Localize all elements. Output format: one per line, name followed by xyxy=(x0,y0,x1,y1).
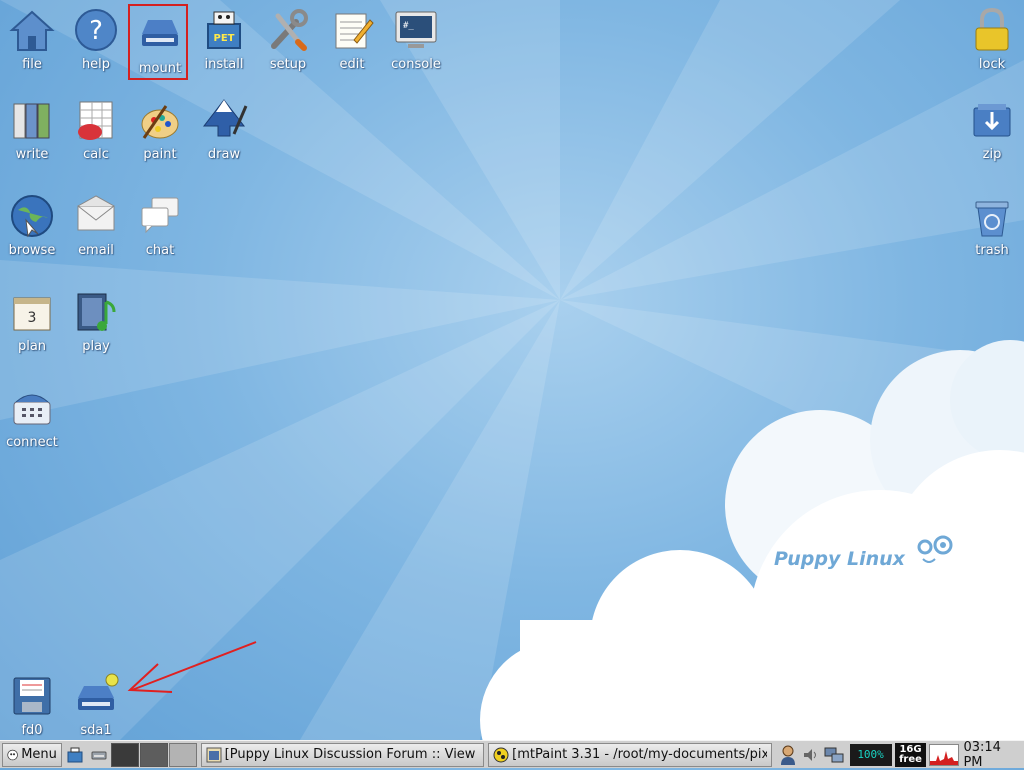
terminal-icon: #_ xyxy=(392,6,440,54)
free-space-amount: 16G xyxy=(895,745,927,755)
desktop-pager-1[interactable] xyxy=(111,743,139,767)
drive-icon xyxy=(90,746,108,764)
tray-user[interactable] xyxy=(778,744,798,766)
chat-bubbles-icon xyxy=(136,192,184,240)
desktop-icon-browse[interactable]: browse xyxy=(0,186,64,266)
desktop-icon-chat[interactable]: chat xyxy=(128,186,192,266)
quicklaunch-drives[interactable] xyxy=(88,743,110,767)
tray-network[interactable] xyxy=(824,744,844,766)
desktop-icon-file[interactable]: file xyxy=(0,0,64,80)
cpu-meter: 100% xyxy=(850,744,892,766)
desktop-icon-sda1[interactable]: sda1 xyxy=(64,666,128,740)
quicklaunch-install[interactable] xyxy=(64,743,86,767)
menu-button[interactable]: Menu xyxy=(2,743,62,767)
desktop-icon-trash[interactable]: trash xyxy=(960,186,1024,266)
annotation-arrow xyxy=(120,636,260,696)
desktop-icon-email[interactable]: email xyxy=(64,186,128,266)
notepad-icon xyxy=(328,6,376,54)
puppy-linux-brand-text: Puppy Linux xyxy=(774,548,905,570)
mounted-drive-icon xyxy=(72,672,120,720)
task-button-mtpaint[interactable]: [mtPaint 3.31 - /root/my-documents/pix xyxy=(488,743,772,767)
calendar-icon: 3 xyxy=(8,288,56,336)
trash-icon xyxy=(968,192,1016,240)
puppy-face-icon xyxy=(913,533,955,569)
desktop-icon-plan[interactable]: 3 plan xyxy=(0,282,64,362)
speaker-icon xyxy=(802,746,820,764)
svg-text:#_: #_ xyxy=(403,21,414,31)
desktop-icon-play[interactable]: play xyxy=(64,282,128,362)
pet-package-icon: PET xyxy=(200,6,248,54)
globe-icon xyxy=(8,192,56,240)
free-space-indicator: 16G free xyxy=(895,743,927,767)
user-icon xyxy=(779,745,797,765)
media-player-icon xyxy=(72,288,120,336)
desktop-icon-lock[interactable]: lock xyxy=(960,0,1024,80)
desktop-icon-paint[interactable]: paint xyxy=(128,90,192,170)
svg-text:PET: PET xyxy=(214,33,235,44)
envelope-icon xyxy=(72,192,120,240)
desktop-icon-install[interactable]: PET install xyxy=(192,0,256,80)
free-space-label: free xyxy=(895,755,927,765)
clock[interactable]: 03:14 PM xyxy=(963,740,1024,770)
palette-icon xyxy=(136,96,184,144)
spreadsheet-icon xyxy=(72,96,120,144)
desktop-icon-help[interactable]: ? help xyxy=(64,0,128,80)
desktop: Puppy Linux file ? help mount xyxy=(0,0,1024,740)
binders-icon xyxy=(8,96,56,144)
desktop-icon-console[interactable]: #_ console xyxy=(384,0,448,80)
task-button-browser[interactable]: [Puppy Linux Discussion Forum :: View t xyxy=(201,743,485,767)
telephone-icon xyxy=(8,384,56,432)
desktop-icon-write[interactable]: write xyxy=(0,90,64,170)
activity-bars xyxy=(930,745,958,765)
desktop-icon-setup[interactable]: setup xyxy=(256,0,320,80)
tools-icon xyxy=(264,6,312,54)
tray-volume[interactable] xyxy=(801,744,821,766)
taskbar: Menu [Puppy Linux Discussion Forum :: Vi… xyxy=(0,740,1024,768)
puppy-menu-icon xyxy=(7,747,18,763)
desktop-icon-fd0[interactable]: fd0 xyxy=(0,666,64,740)
desktop-icon-mount[interactable]: mount xyxy=(128,4,192,84)
home-folder-icon xyxy=(8,6,56,54)
network-icon xyxy=(824,746,844,764)
desktop-pager-3[interactable] xyxy=(169,743,197,767)
browser-window-icon xyxy=(206,747,222,763)
inkscape-icon xyxy=(200,96,248,144)
desktop-icon-calc[interactable]: calc xyxy=(64,90,128,170)
cpu-percent: 100% xyxy=(857,748,884,761)
desktop-icon-zip[interactable]: zip xyxy=(960,90,1024,170)
svg-text:3: 3 xyxy=(28,310,37,326)
padlock-icon xyxy=(968,6,1016,54)
svg-text:?: ? xyxy=(89,16,103,46)
desktop-pager-2[interactable] xyxy=(140,743,168,767)
desktop-icon-edit[interactable]: edit xyxy=(320,0,384,80)
mtpaint-icon xyxy=(493,747,509,763)
help-icon: ? xyxy=(72,6,120,54)
archive-icon xyxy=(968,96,1016,144)
floppy-icon xyxy=(8,672,56,720)
desktop-icon-connect[interactable]: connect xyxy=(0,378,64,458)
drive-icon xyxy=(136,10,184,58)
network-activity-graph xyxy=(929,744,959,766)
desktop-icon-draw[interactable]: draw xyxy=(192,90,256,170)
package-icon xyxy=(66,746,84,764)
